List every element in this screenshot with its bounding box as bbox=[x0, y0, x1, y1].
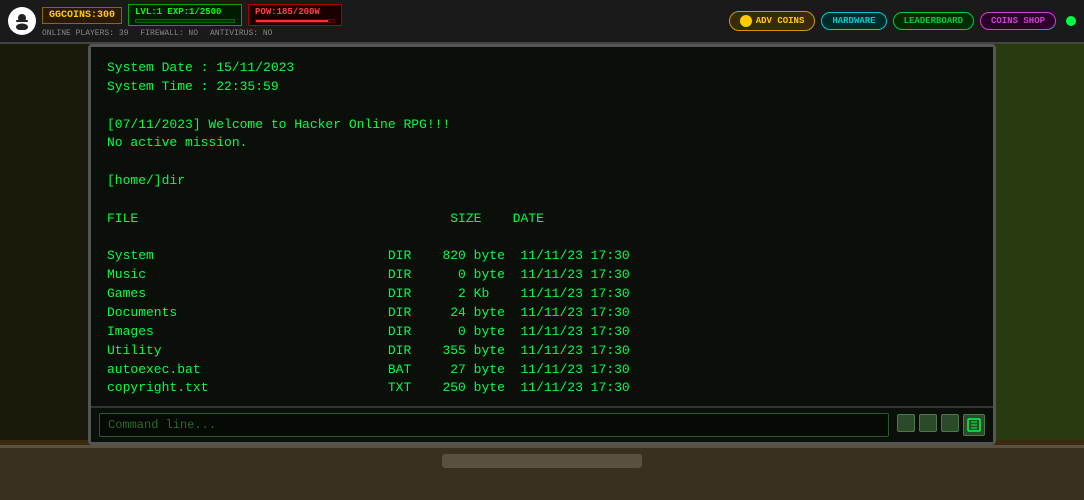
terminal-screen: System Date : 15/11/2023 System Time : 2… bbox=[91, 47, 993, 406]
bottom-bar bbox=[0, 445, 1084, 500]
antivirus-status: ANTIVIRUS: NO bbox=[210, 29, 272, 38]
terminal-output: System Date : 15/11/2023 System Time : 2… bbox=[107, 59, 977, 406]
pow-label: POW:185/200W bbox=[255, 7, 320, 17]
terminal-window: System Date : 15/11/2023 System Time : 2… bbox=[88, 44, 996, 445]
file-documents: Documents DIR 24 byte 11/11/23 17:30 bbox=[107, 305, 630, 320]
file-games: Games DIR 2 Kb 11/11/23 17:30 bbox=[107, 286, 630, 301]
online-indicator bbox=[1066, 16, 1076, 26]
ggcoins-block: GGCOINS:300 bbox=[42, 7, 122, 24]
dir-command: [home/]dir bbox=[107, 173, 185, 188]
cmd-btn-3[interactable] bbox=[941, 414, 959, 432]
leaderboard-button[interactable]: LEADERBOARD bbox=[893, 12, 974, 30]
anonymous-icon bbox=[8, 7, 36, 35]
welcome-line: [07/11/2023] Welcome to Hacker Online RP… bbox=[107, 117, 450, 132]
file-autoexec: autoexec.bat BAT 27 byte 11/11/23 17:30 bbox=[107, 362, 630, 377]
file-utility: Utility DIR 355 byte 11/11/23 17:30 bbox=[107, 343, 630, 358]
ggcoins-label: GGCOINS:300 bbox=[49, 10, 115, 21]
cmd-buttons bbox=[897, 414, 985, 436]
firewall-status: FIREWALL: NO bbox=[140, 29, 198, 38]
online-players: ONLINE PLAYERS: 39 bbox=[42, 29, 128, 38]
file-copyright: copyright.txt TXT 250 byte 11/11/23 17:3… bbox=[107, 380, 630, 395]
coin-icon bbox=[740, 15, 752, 27]
bg-left bbox=[0, 0, 90, 500]
command-bar bbox=[91, 406, 993, 442]
top-bar: GGCOINS:300 LVL:1 EXP:1/2500 POW:185/200… bbox=[0, 0, 1084, 44]
command-input[interactable] bbox=[99, 413, 889, 437]
mission-line: No active mission. bbox=[107, 135, 247, 150]
bottom-center-bar bbox=[442, 454, 642, 468]
lvl-block: LVL:1 EXP:1/2500 bbox=[128, 4, 242, 26]
cmd-btn-1[interactable] bbox=[897, 414, 915, 432]
bg-right bbox=[994, 0, 1084, 500]
status-row: ONLINE PLAYERS: 39 FIREWALL: NO ANTIVIRU… bbox=[42, 29, 342, 38]
date-line: System Date : 15/11/2023 bbox=[107, 60, 294, 75]
file-system: System DIR 820 byte 11/11/23 17:30 bbox=[107, 248, 630, 263]
cmd-btn-2[interactable] bbox=[919, 414, 937, 432]
cmd-btn-expand[interactable] bbox=[963, 414, 985, 436]
top-bar-right: ADV COINS HARDWARE LEADERBOARD COINS SHO… bbox=[729, 11, 1076, 31]
hardware-button[interactable]: HARDWARE bbox=[821, 12, 886, 30]
file-music: Music DIR 0 byte 11/11/23 17:30 bbox=[107, 267, 630, 282]
adv-coins-button[interactable]: ADV COINS bbox=[729, 11, 816, 31]
pow-block: POW:185/200W bbox=[248, 4, 342, 26]
time-line: System Time : 22:35:59 bbox=[107, 79, 279, 94]
file-images: Images DIR 0 byte 11/11/23 17:30 bbox=[107, 324, 630, 339]
file-header: FILE SIZE DATE bbox=[107, 211, 544, 226]
coins-shop-button[interactable]: COINS SHOP bbox=[980, 12, 1056, 30]
lvl-label: LVL:1 EXP:1/2500 bbox=[135, 7, 221, 17]
top-bar-left: GGCOINS:300 LVL:1 EXP:1/2500 POW:185/200… bbox=[8, 4, 729, 38]
